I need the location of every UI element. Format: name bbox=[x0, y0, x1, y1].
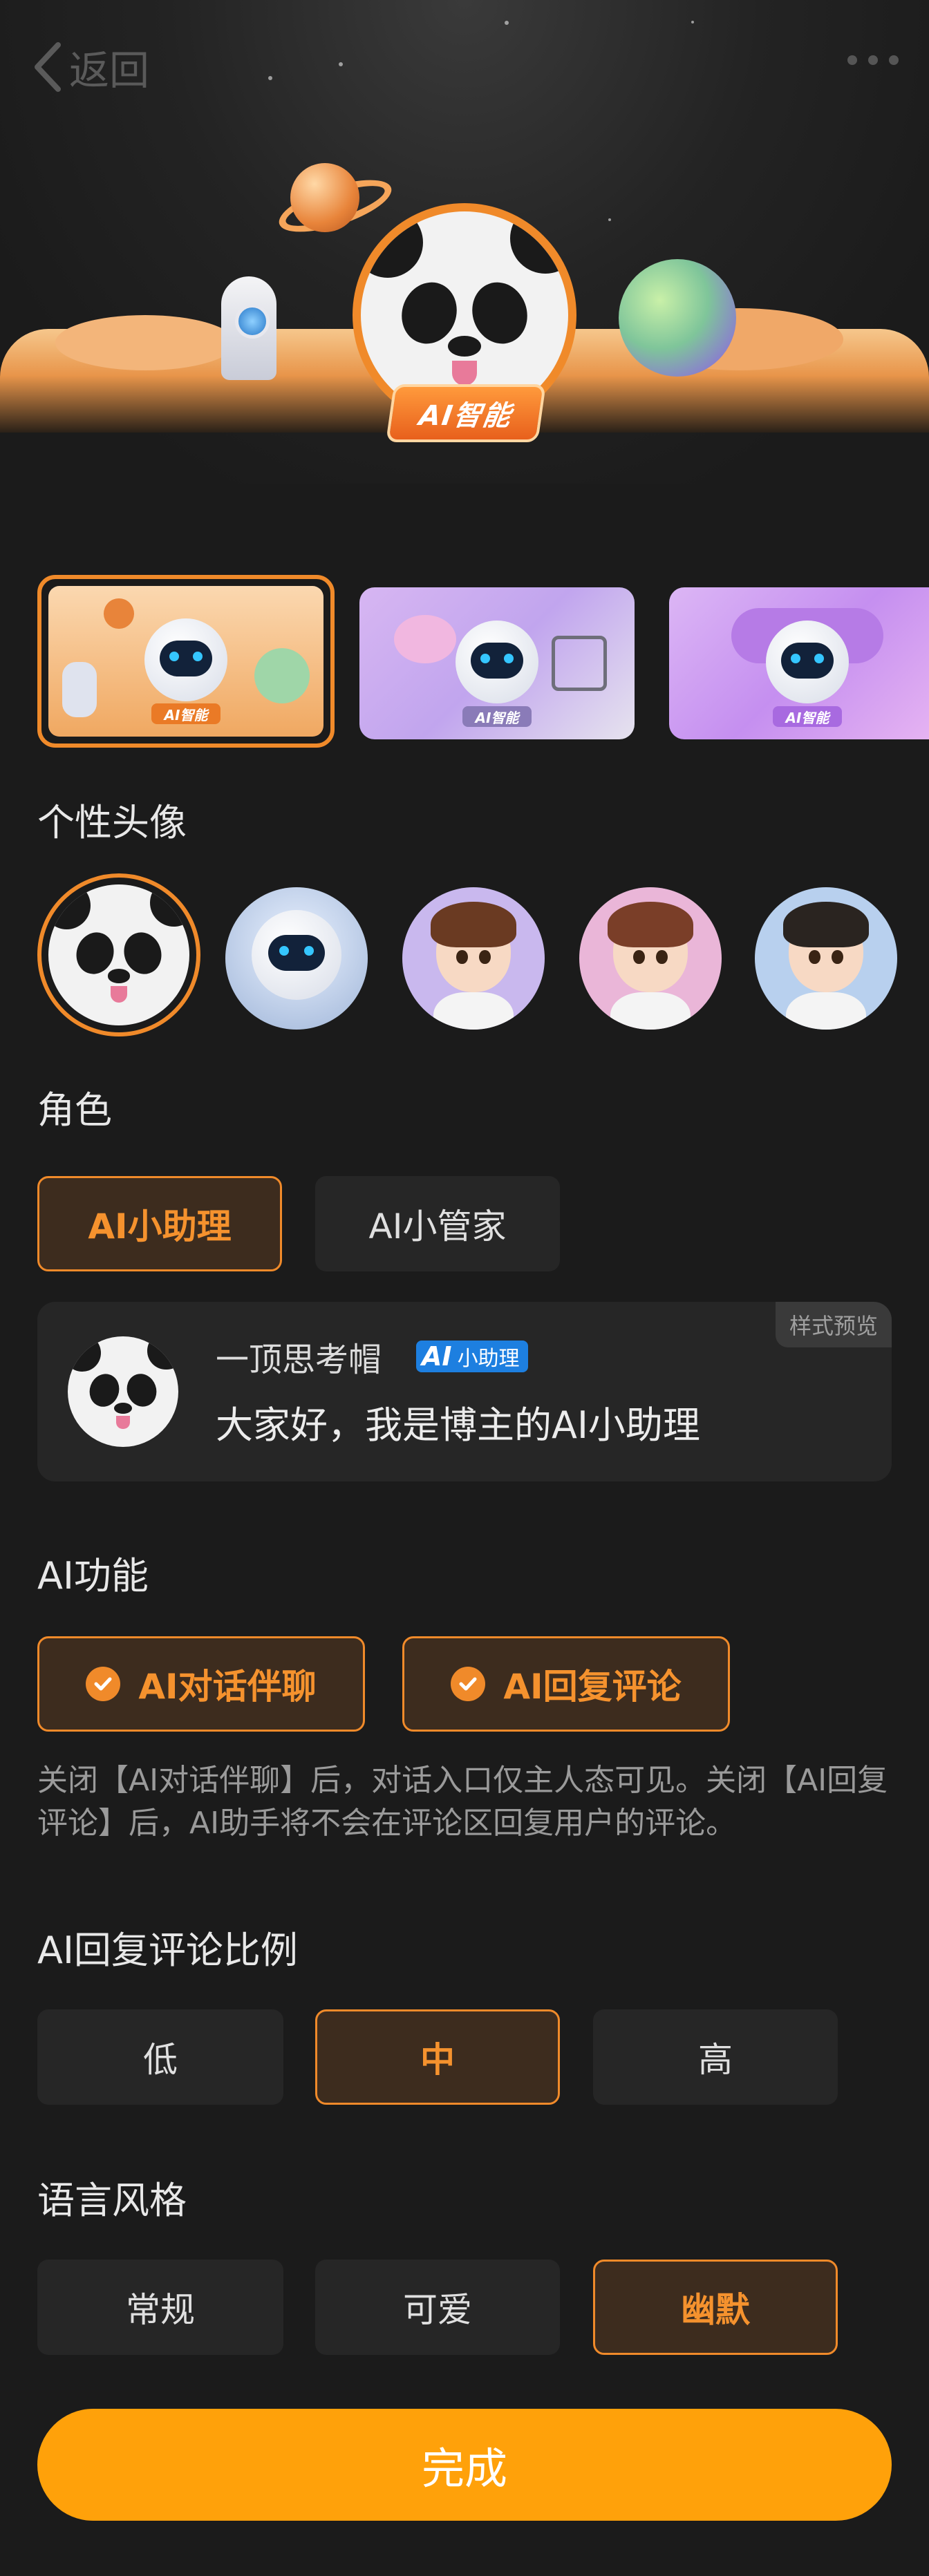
planet-decoration bbox=[290, 163, 359, 232]
avatar-option-robot[interactable] bbox=[225, 887, 368, 1030]
back-button[interactable]: 返回 bbox=[30, 36, 149, 98]
feature-toggle-reply-comment[interactable]: AI回复评论 bbox=[402, 1636, 730, 1732]
robot-icon bbox=[766, 621, 849, 703]
ai-logo-icon: AI bbox=[422, 1341, 452, 1372]
avatar-option-panda[interactable] bbox=[37, 873, 200, 1036]
preview-avatar bbox=[68, 1336, 178, 1447]
check-icon bbox=[86, 1667, 121, 1701]
robot-icon bbox=[252, 910, 341, 1000]
feature-toggle-chat[interactable]: AI对话伴聊 bbox=[37, 1636, 365, 1732]
theme-card-3[interactable]: AI智能 bbox=[669, 587, 929, 739]
theme-card-1[interactable]: AI智能 bbox=[37, 575, 335, 748]
more-icon[interactable] bbox=[847, 55, 899, 65]
style-section-title: 语言风格 bbox=[37, 2179, 187, 2222]
feature-section-title: AI功能 bbox=[37, 1554, 149, 1598]
ratio-section-title: AI回复评论比例 bbox=[37, 1929, 298, 1972]
back-label: 返回 bbox=[69, 47, 150, 94]
style-option-regular[interactable]: 常规 bbox=[37, 2260, 283, 2355]
style-preview-card: 样式预览 一顶思考帽 AI 小助理 大家好，我是博主的AI小助理 bbox=[37, 1302, 892, 1481]
ratio-option-high[interactable]: 高 bbox=[593, 2009, 838, 2105]
role-option-assistant[interactable]: AI小助理 bbox=[37, 1176, 282, 1271]
preview-role-badge: AI 小助理 bbox=[416, 1341, 528, 1372]
chevron-left-icon bbox=[35, 42, 61, 92]
avatar-option-young-man[interactable] bbox=[755, 887, 897, 1030]
role-option-butler[interactable]: AI小管家 bbox=[315, 1176, 560, 1271]
feature-label: AI对话伴聊 bbox=[138, 1667, 317, 1707]
robot-icon bbox=[456, 621, 538, 703]
role-section-title: 角色 bbox=[37, 1088, 112, 1132]
robot-icon bbox=[144, 618, 227, 701]
hero-ai-badge: AI智能 bbox=[386, 384, 546, 442]
theme-badge: AI智能 bbox=[151, 703, 220, 724]
done-button[interactable]: 完成 bbox=[37, 2409, 892, 2521]
theme-badge: AI智能 bbox=[462, 706, 532, 727]
ratio-option-low[interactable]: 低 bbox=[37, 2009, 283, 2105]
theme-card-2[interactable]: AI智能 bbox=[359, 587, 635, 739]
rocket-decoration bbox=[221, 276, 276, 380]
preview-message: 大家好，我是博主的AI小助理 bbox=[216, 1403, 700, 1447]
style-option-humor[interactable]: 幽默 bbox=[593, 2260, 838, 2355]
avatar-section-title: 个性头像 bbox=[37, 801, 187, 844]
check-icon bbox=[451, 1667, 486, 1701]
feature-note: 关闭【AI对话伴聊】后，对话入口仅主人态可见。关闭【AI回复评论】后，AI助手将… bbox=[37, 1763, 888, 1841]
theme-badge: AI智能 bbox=[773, 706, 842, 727]
preview-role-badge-label: 小助理 bbox=[457, 1347, 520, 1371]
avatar-option-boy[interactable] bbox=[402, 887, 545, 1030]
globe-decoration bbox=[619, 259, 736, 377]
feature-label: AI回复评论 bbox=[503, 1667, 682, 1707]
avatar-option-girl[interactable] bbox=[579, 887, 722, 1030]
ratio-option-medium[interactable]: 中 bbox=[315, 2009, 560, 2105]
style-option-cute[interactable]: 可爱 bbox=[315, 2260, 560, 2355]
preview-tag: 样式预览 bbox=[775, 1302, 892, 1347]
preview-name: 一顶思考帽 bbox=[216, 1341, 382, 1379]
